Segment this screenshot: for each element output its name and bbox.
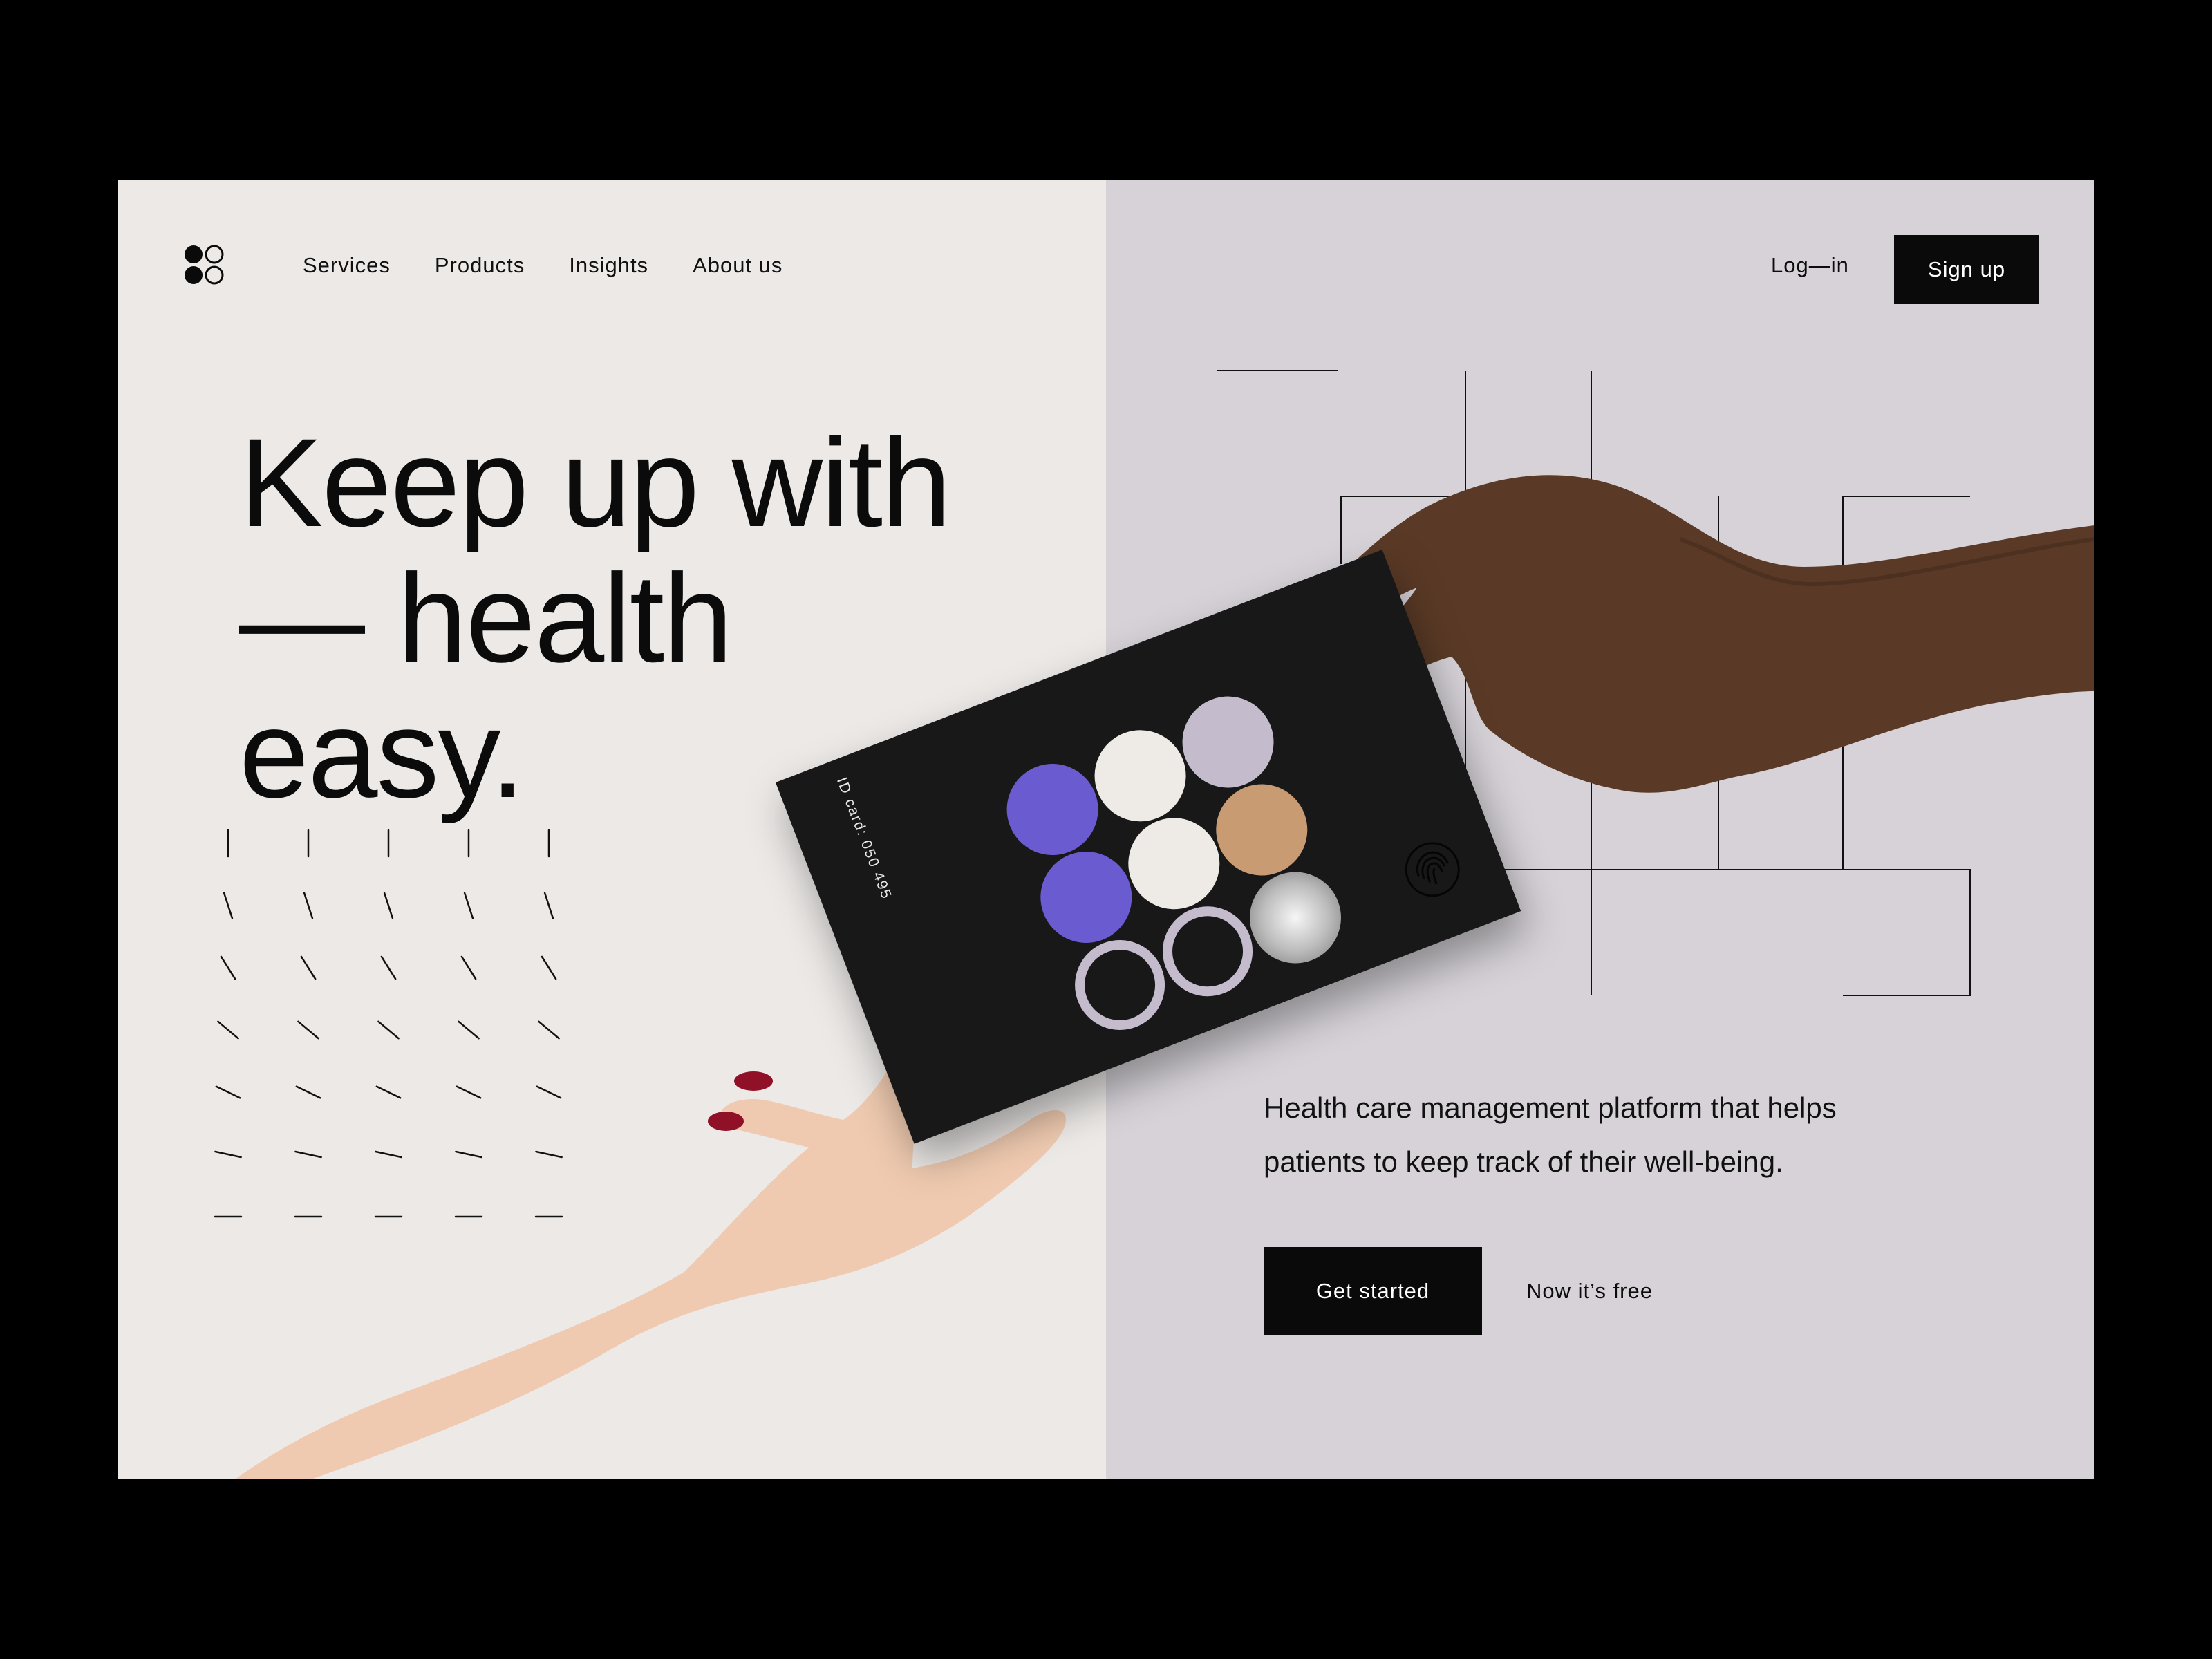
page-frame: ID card: 050 495 Services Products Insig… [118, 180, 2094, 1479]
card-ring [1075, 939, 1165, 1030]
login-link[interactable]: Log—in [1771, 249, 1849, 282]
card-dot [1040, 851, 1132, 943]
get-started-button[interactable]: Get started [1264, 1247, 1482, 1335]
headline-line-1: Keep up with [239, 412, 951, 553]
logo-icon[interactable] [184, 245, 225, 286]
hero-headline: Keep up with — health easy. [239, 415, 1138, 821]
headline-line-3: easy. [239, 683, 525, 824]
card-dot [1182, 696, 1274, 788]
card-dot [1216, 784, 1308, 876]
nav-insights[interactable]: Insights [569, 249, 648, 282]
hero-tagline: Health care management platform that hel… [1264, 1091, 1837, 1178]
nav-about-us[interactable]: About us [693, 249, 782, 282]
main-nav: Services Products Insights About us [303, 249, 827, 282]
free-note: Now it’s free [1526, 1279, 1653, 1303]
card-dot [1250, 872, 1342, 964]
headline-line-2: — health [239, 547, 733, 688]
card-ring [1163, 906, 1253, 997]
nav-services[interactable]: Services [303, 249, 391, 282]
card-dot [1128, 818, 1220, 910]
nav-products[interactable]: Products [435, 249, 525, 282]
signup-button[interactable]: Sign up [1894, 235, 2039, 304]
